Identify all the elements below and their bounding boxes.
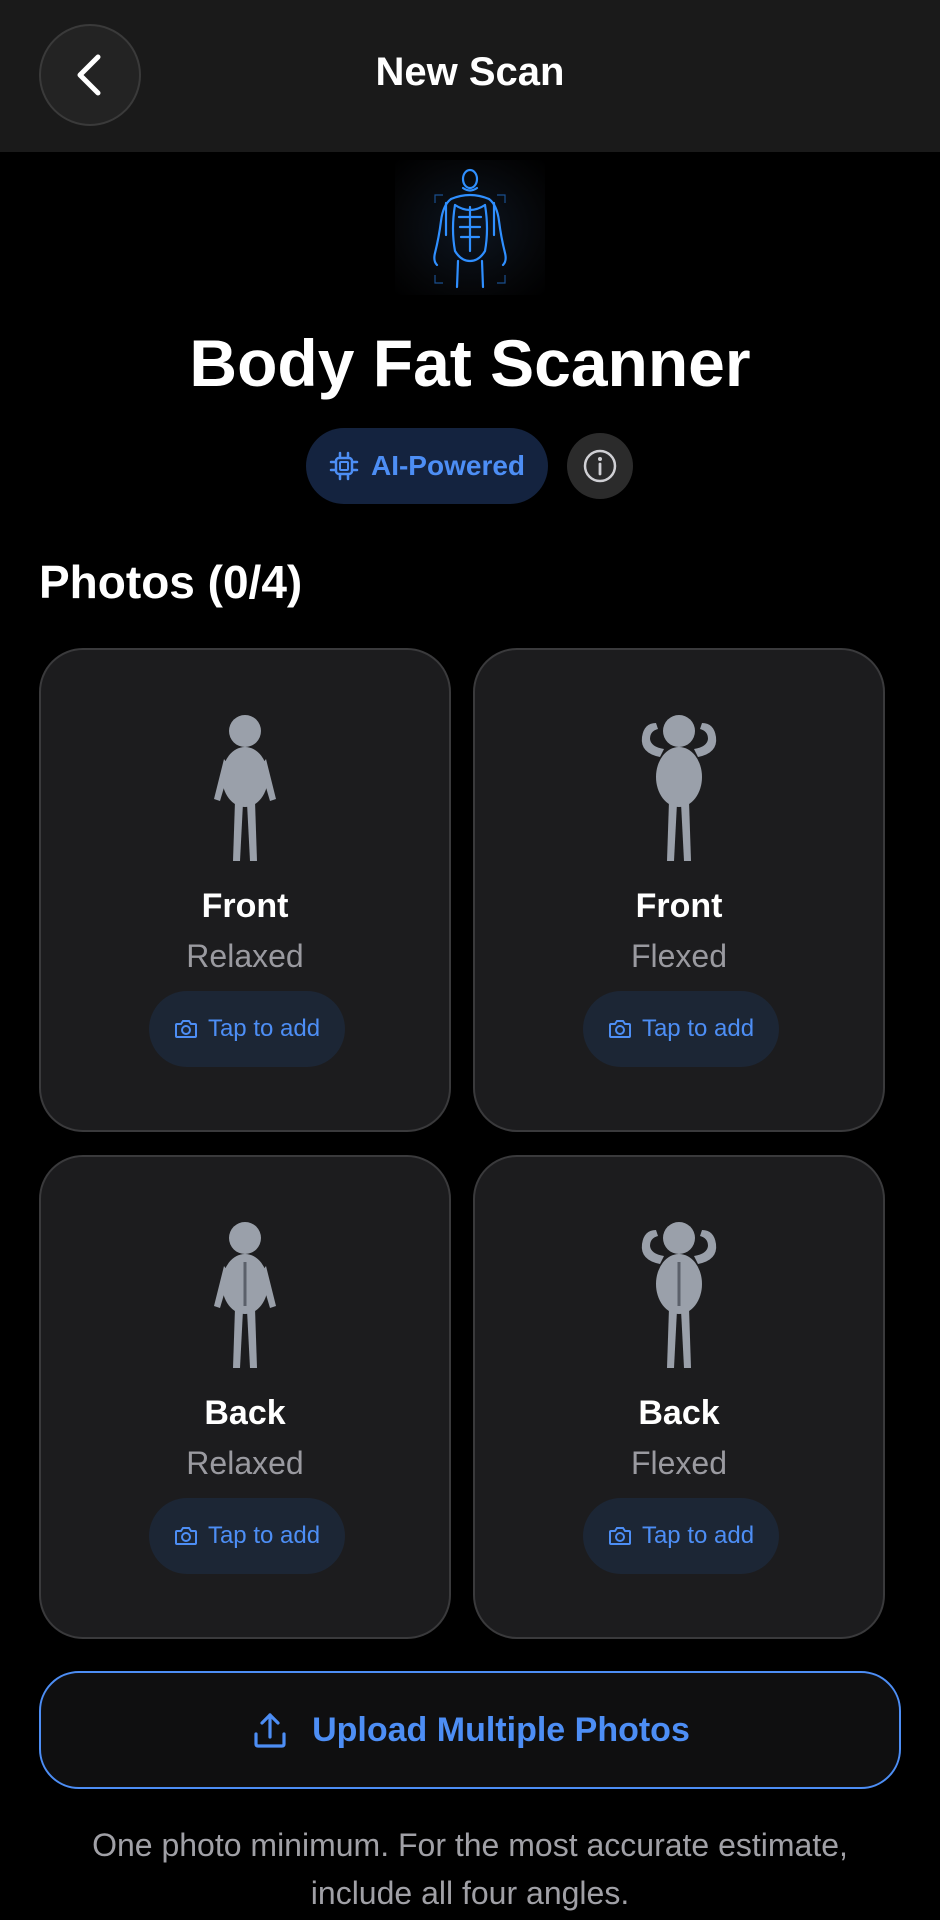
tap-to-add-label: Tap to add [641,1522,755,1549]
card-title: Back [638,1394,720,1432]
footnote-text: One photo minimum. For the most accurate… [92,1827,848,1911]
front-relaxed-figure-icon [214,715,276,861]
body-scan-figure [395,160,545,295]
tap-to-add-button[interactable]: Tap to add [583,991,779,1067]
ai-powered-label: AI-Powered [370,450,526,481]
card-subtitle: Relaxed [186,1445,304,1481]
card-title: Front [201,887,289,925]
camera-icon [174,1020,197,1038]
photo-card-front-relaxed[interactable]: Front Relaxed Tap to add [39,648,451,1132]
card-title: Back [204,1394,286,1432]
card-subtitle: Relaxed [186,938,304,974]
upload-multiple-photos-button[interactable]: Upload Multiple Photos [39,1671,901,1789]
page-title: New Scan [375,50,565,94]
top-bar: New Scan [0,0,940,152]
photo-card-back-flexed[interactable]: Back Flexed Tap to add [473,1155,885,1639]
tap-to-add-label: Tap to add [641,1015,755,1042]
camera-icon [608,1527,631,1545]
tap-to-add-button[interactable]: Tap to add [149,991,345,1067]
photo-card-back-relaxed[interactable]: Back Relaxed Tap to add [39,1155,451,1639]
photo-card-front-flexed[interactable]: Front Flexed Tap to add [473,648,885,1132]
ai-powered-badge[interactable]: AI-Powered [306,428,548,504]
back-relaxed-figure-icon [214,1222,276,1368]
tap-to-add-label: Tap to add [207,1522,321,1549]
photos-section-title: Photos (0/4) [39,556,303,608]
chip-icon [329,451,359,481]
info-button[interactable] [567,433,633,499]
scanner-title: Body Fat Scanner [189,326,751,400]
card-subtitle: Flexed [630,1445,728,1481]
info-icon [583,449,617,483]
tap-to-add-label: Tap to add [207,1015,321,1042]
upload-icon [254,1713,286,1748]
camera-icon [174,1527,197,1545]
card-title: Front [635,887,723,925]
back-flexed-figure-icon [641,1222,717,1368]
new-scan-screen: New Scan Body Fat Scanner AI-Powered Pho… [0,0,940,1920]
front-flexed-figure-icon [641,715,717,861]
camera-icon [608,1020,631,1038]
tap-to-add-button[interactable]: Tap to add [583,1498,779,1574]
card-subtitle: Flexed [630,938,728,974]
tap-to-add-button[interactable]: Tap to add [149,1498,345,1574]
upload-label: Upload Multiple Photos [312,1710,690,1749]
